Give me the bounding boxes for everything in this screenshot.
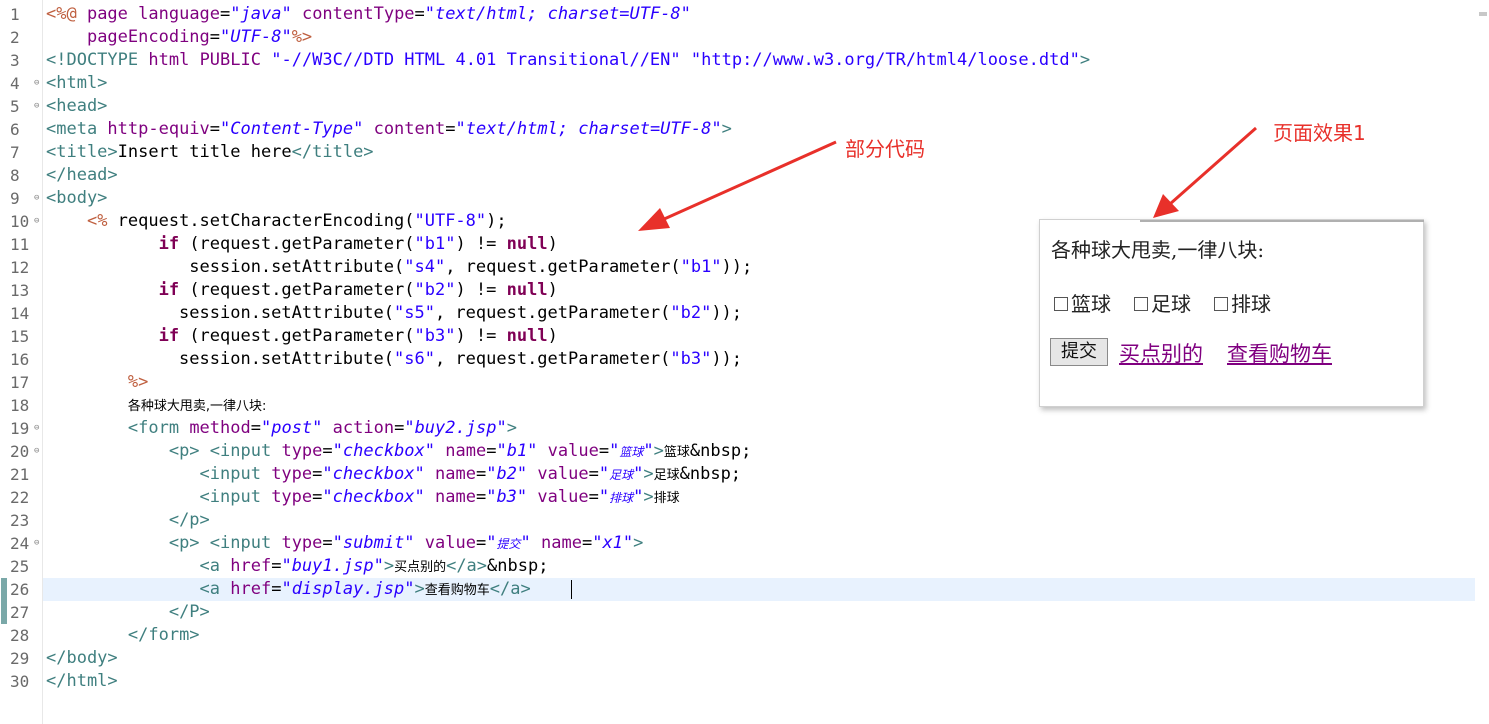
arrow-to-preview (1153, 126, 1257, 218)
arrow-to-code (638, 140, 837, 231)
annotation-code-label: 部分代码 (845, 137, 925, 161)
annotation-arrows (638, 126, 1257, 231)
annotation-preview-label: 页面效果1 (1273, 121, 1366, 145)
